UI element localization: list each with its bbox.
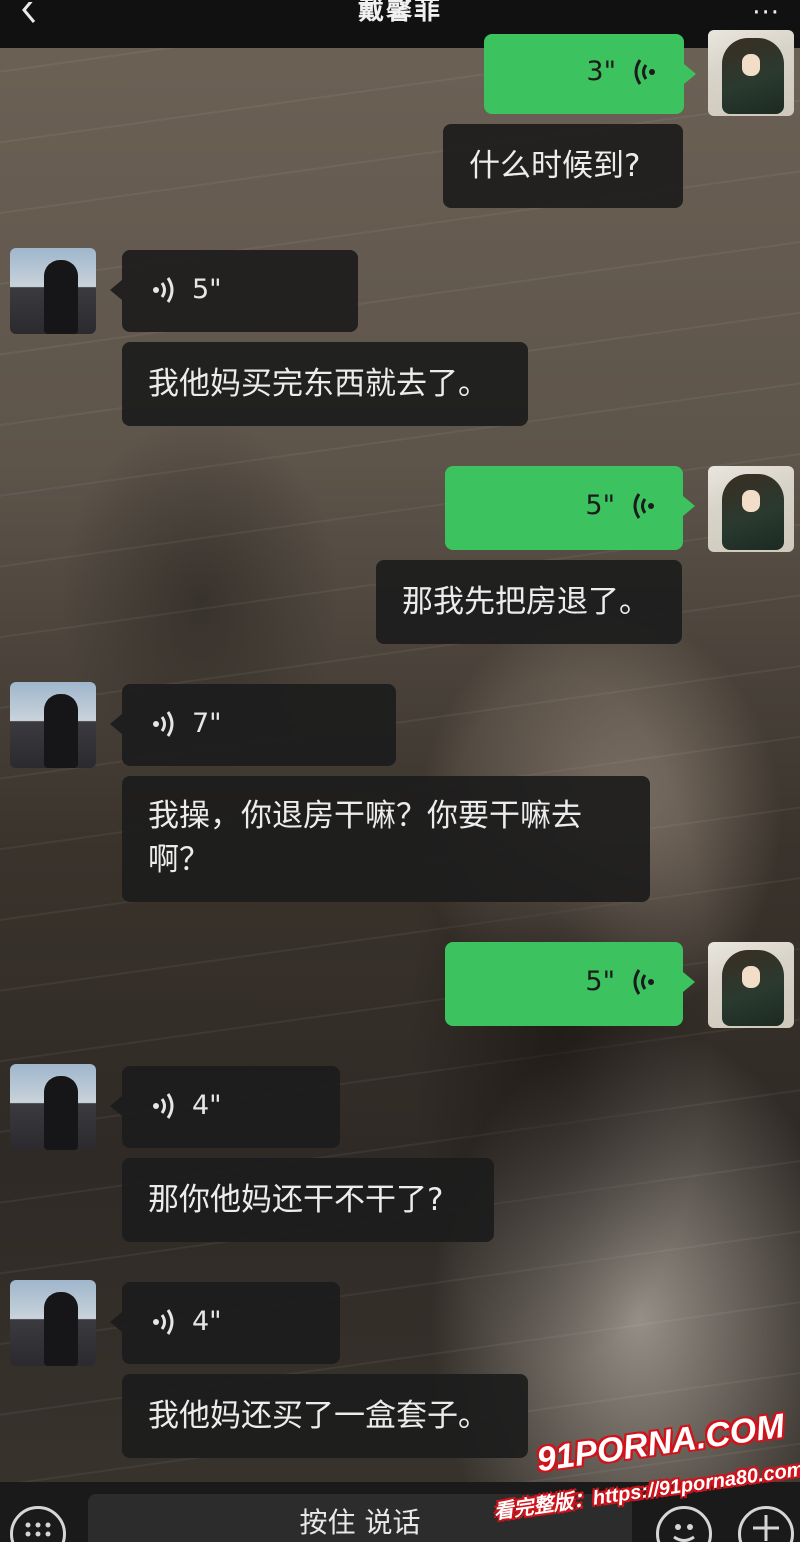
voice-message[interactable]: 5" [445, 466, 695, 550]
message-bubble[interactable]: 我他妈买完东西就去了。 [122, 342, 528, 426]
watermark: 91PORNA.COM 看完整版：https://91porna80.com [492, 1407, 800, 1528]
avatar[interactable] [708, 30, 794, 116]
voice-duration: 5" [192, 274, 222, 305]
voice-wave-icon [153, 1309, 174, 1335]
voice-message[interactable]: 3" [484, 34, 696, 114]
message-bubble[interactable]: 什么时候到? [443, 124, 683, 208]
voice-duration: 4" [192, 1090, 222, 1121]
avatar[interactable] [708, 942, 794, 1028]
message-bubble[interactable]: 我操，你退房干嘛？你要干嘛去啊？ [122, 776, 650, 902]
voice-duration: 5" [585, 490, 615, 521]
voice-wave-icon [633, 969, 654, 995]
voice-wave-icon [633, 493, 654, 519]
voice-wave-icon [153, 1093, 174, 1119]
voice-wave-icon [153, 711, 174, 737]
voice-message[interactable]: 5" [110, 250, 358, 332]
voice-duration: 7" [192, 708, 222, 739]
voice-duration: 5" [585, 966, 615, 997]
chat-title: 戴馨菲 [357, 0, 442, 26]
avatar[interactable] [708, 466, 794, 552]
message-bubble[interactable]: 那我先把房退了。 [376, 560, 682, 644]
voice-wave-icon [634, 59, 655, 85]
avatar[interactable] [10, 248, 96, 334]
voice-message[interactable]: 5" [445, 942, 695, 1026]
voice-wave-icon [153, 277, 174, 303]
voice-duration: 4" [192, 1306, 222, 1337]
avatar[interactable] [10, 682, 96, 768]
voice-message[interactable]: 4" [110, 1282, 340, 1364]
message-bubble[interactable]: 我他妈还买了一盒套子。 [122, 1374, 528, 1458]
voice-message[interactable]: 7" [110, 684, 396, 766]
more-icon[interactable]: ··· [752, 0, 780, 28]
message-bubble[interactable]: 那你他妈还干不干了? [122, 1158, 494, 1242]
voice-duration: 3" [586, 56, 616, 87]
voice-message[interactable]: 4" [110, 1066, 340, 1148]
avatar[interactable] [10, 1280, 96, 1366]
avatar[interactable] [10, 1064, 96, 1150]
keyboard-icon[interactable] [10, 1506, 66, 1542]
